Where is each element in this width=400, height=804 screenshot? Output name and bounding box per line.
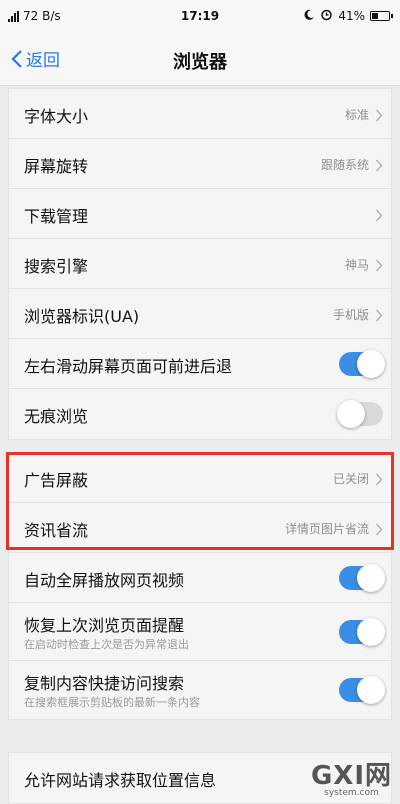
row-label: 恢复上次浏览页面提醒 bbox=[24, 616, 185, 635]
settings-row[interactable]: 自动全屏播放网页视频 bbox=[9, 553, 391, 603]
settings-row[interactable]: 搜索引擎 神马 bbox=[9, 239, 391, 289]
battery-icon bbox=[370, 11, 393, 21]
toggle-switch[interactable] bbox=[337, 400, 383, 428]
toggle-knob bbox=[357, 618, 385, 646]
row-label: 资讯省流 bbox=[24, 521, 89, 540]
chevron-right-icon bbox=[375, 521, 383, 540]
status-bar: 72 B/s 17:19 41% bbox=[0, 0, 400, 34]
moon-icon bbox=[303, 9, 315, 24]
watermark-logo: GXI网 system.com bbox=[311, 755, 392, 798]
settings-row[interactable]: 下载管理 bbox=[9, 189, 391, 239]
row-label: 屏幕旋转 bbox=[24, 157, 89, 176]
toggle-knob bbox=[357, 350, 385, 378]
toggle-switch[interactable] bbox=[339, 676, 385, 704]
settings-row[interactable]: 左右滑动屏幕页面可前进后退 bbox=[9, 339, 391, 389]
row-label: 广告屏蔽 bbox=[24, 471, 89, 490]
row-value: 神马 bbox=[344, 258, 369, 272]
row-value: 标准 bbox=[344, 108, 369, 122]
chevron-right-icon bbox=[375, 207, 383, 226]
battery-fill bbox=[372, 13, 378, 19]
settings-row[interactable]: 浏览器标识(UA) 手机版 bbox=[9, 289, 391, 339]
toggle-knob bbox=[337, 400, 365, 428]
row-value: 详情页图片省流 bbox=[284, 522, 369, 536]
row-label: 自动全屏播放网页视频 bbox=[24, 571, 185, 590]
row-label: 浏览器标识(UA) bbox=[24, 307, 140, 326]
row-label: 允许网站请求获取位置信息 bbox=[24, 771, 217, 790]
row-value: 手机版 bbox=[332, 308, 369, 322]
row-sublabel: 在搜索框展示剪贴板的最新一条内容 bbox=[24, 696, 200, 709]
chevron-right-icon bbox=[375, 257, 383, 276]
row-label: 左右滑动屏幕页面可前进后退 bbox=[24, 357, 233, 376]
row-sublabel: 在启动时检查上次是否为异常退出 bbox=[24, 638, 189, 651]
chevron-right-icon bbox=[375, 107, 383, 126]
toggle-switch[interactable] bbox=[339, 350, 385, 378]
row-label: 下载管理 bbox=[24, 207, 89, 226]
settings-row[interactable]: 广告屏蔽 已关闭 bbox=[9, 453, 391, 503]
settings-group-basic: 字体大小 标准屏幕旋转 跟随系统下载管理搜索引擎 神马浏览器标识(UA) 手机版左右滑动… bbox=[8, 88, 392, 440]
settings-row[interactable]: 字体大小 标准 bbox=[9, 89, 391, 139]
status-right: 41% bbox=[303, 8, 393, 24]
chevron-right-icon bbox=[375, 471, 383, 490]
row-value: 已关闭 bbox=[332, 472, 369, 486]
settings-row[interactable]: 复制内容快捷访问搜索在搜索框展示剪贴板的最新一条内容 bbox=[9, 661, 391, 719]
settings-row[interactable]: 恢复上次浏览页面提醒在启动时检查上次是否为异常退出 bbox=[9, 603, 391, 661]
settings-row[interactable]: 屏幕旋转 跟随系统 bbox=[9, 139, 391, 189]
toggle-switch[interactable] bbox=[339, 564, 385, 592]
battery-percent: 41% bbox=[338, 9, 365, 23]
toggle-switch[interactable] bbox=[339, 618, 385, 646]
chevron-right-icon bbox=[375, 157, 383, 176]
settings-row[interactable]: 资讯省流 详情页图片省流 bbox=[9, 503, 391, 553]
nav-bar: 返回 浏览器 bbox=[0, 34, 400, 86]
settings-group-advanced: 广告屏蔽 已关闭资讯省流 详情页图片省流自动全屏播放网页视频 恢复上次浏览页面提醒在启… bbox=[8, 452, 392, 720]
watermark-text: GXI网 bbox=[310, 761, 392, 791]
row-label: 字体大小 bbox=[24, 107, 89, 126]
chevron-right-icon bbox=[375, 307, 383, 326]
row-value: 跟随系统 bbox=[320, 158, 369, 172]
alarm-icon bbox=[320, 8, 333, 24]
row-label: 搜索引擎 bbox=[24, 257, 89, 276]
page-title: 浏览器 bbox=[173, 52, 227, 73]
row-label: 复制内容快捷访问搜索 bbox=[24, 674, 185, 693]
row-label: 无痕浏览 bbox=[24, 407, 89, 426]
toggle-knob bbox=[357, 564, 385, 592]
toggle-knob bbox=[357, 676, 385, 704]
settings-row[interactable]: 无痕浏览 bbox=[9, 389, 391, 439]
